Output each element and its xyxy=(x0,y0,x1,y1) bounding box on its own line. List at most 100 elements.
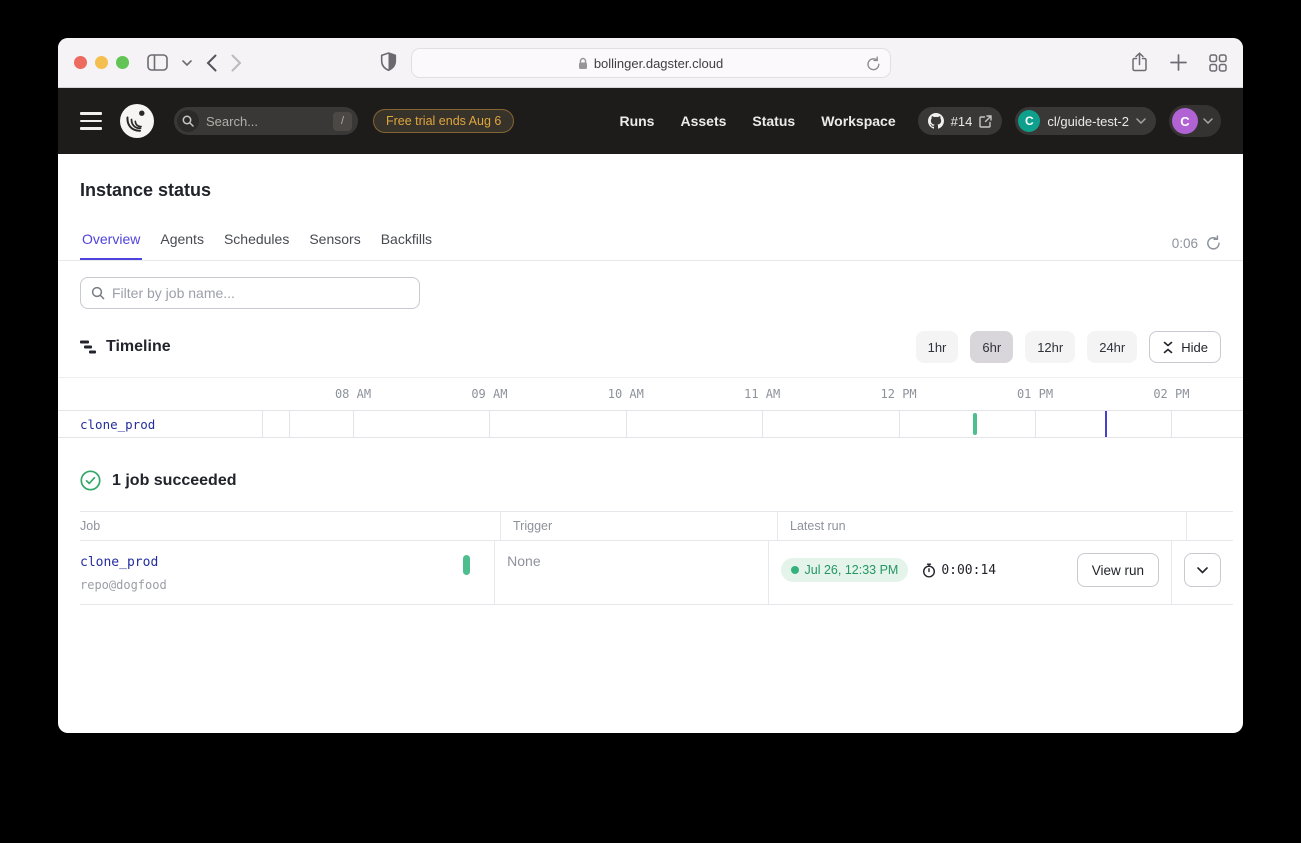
sidebar-chevron-icon[interactable] xyxy=(182,60,192,66)
search-icon xyxy=(91,286,105,300)
run-tick[interactable] xyxy=(973,413,977,435)
browser-chrome: bollinger.dagster.cloud xyxy=(58,38,1243,88)
search-input[interactable] xyxy=(206,114,326,129)
primary-nav: Runs Assets Status Workspace xyxy=(619,113,895,129)
axis-tick-label: 11 AM xyxy=(744,387,780,401)
hour-gridline xyxy=(626,411,627,437)
run-time-badge[interactable]: Jul 26, 12:33 PM xyxy=(781,558,909,582)
column-header-actions xyxy=(1186,512,1233,540)
page-content: Instance status Overview Agents Schedule… xyxy=(58,154,1243,605)
axis-tick-label: 01 PM xyxy=(1017,387,1053,401)
tab-schedules[interactable]: Schedules xyxy=(222,225,291,260)
jobs-table: Job Trigger Latest run clone_prod repo@d… xyxy=(80,511,1233,605)
axis-tick-label: 02 PM xyxy=(1153,387,1189,401)
close-window-button[interactable] xyxy=(74,56,87,69)
hour-gridline xyxy=(762,411,763,437)
github-pr-number: #14 xyxy=(951,114,973,129)
tab-sensors[interactable]: Sensors xyxy=(307,225,362,260)
timeline-header: Timeline 1hr 6hr 12hr 24hr Hide xyxy=(58,319,1243,377)
timeline-axis: 08 AM09 AM10 AM11 AM12 PM01 PM02 PM xyxy=(58,378,1243,410)
hour-gridline xyxy=(1035,411,1036,437)
job-filter-input[interactable] xyxy=(112,285,409,301)
trigger-value: None xyxy=(507,553,540,569)
range-button-24hr[interactable]: 24hr xyxy=(1087,331,1137,363)
axis-tick-label: 08 AM xyxy=(335,387,371,401)
back-button[interactable] xyxy=(206,54,217,72)
collapse-icon xyxy=(1162,341,1174,354)
page-title: Instance status xyxy=(58,154,1243,201)
search-icon xyxy=(177,110,199,132)
search-shortcut-key: / xyxy=(333,112,352,131)
nav-assets[interactable]: Assets xyxy=(680,113,726,129)
chevron-down-icon xyxy=(1136,118,1146,124)
privacy-shield-icon[interactable] xyxy=(380,52,397,73)
tab-agents[interactable]: Agents xyxy=(158,225,206,260)
dagster-logo[interactable] xyxy=(120,104,154,138)
column-header-job: Job xyxy=(80,512,500,540)
tab-backfills[interactable]: Backfills xyxy=(379,225,434,260)
success-dot-icon xyxy=(791,566,799,574)
user-menu[interactable]: C xyxy=(1169,105,1221,137)
job-filter[interactable] xyxy=(80,277,420,309)
tab-bar: Overview Agents Schedules Sensors Backfi… xyxy=(58,225,1243,261)
range-button-12hr[interactable]: 12hr xyxy=(1025,331,1075,363)
sidebar-toggle-icon[interactable] xyxy=(147,54,168,71)
hour-gridline xyxy=(489,411,490,437)
jobs-summary-text: 1 job succeeded xyxy=(112,472,237,490)
hide-label: Hide xyxy=(1181,340,1208,355)
tab-overview[interactable]: Overview xyxy=(80,225,142,260)
run-time-text: Jul 26, 12:33 PM xyxy=(805,563,899,577)
table-header: Job Trigger Latest run xyxy=(80,511,1233,541)
axis-tick-label: 09 AM xyxy=(471,387,507,401)
refresh-countdown-value: 0:06 xyxy=(1172,236,1198,251)
actions-cell xyxy=(1171,541,1233,604)
range-button-6hr[interactable]: 6hr xyxy=(970,331,1013,363)
range-button-1hr[interactable]: 1hr xyxy=(916,331,959,363)
timeline-row-label[interactable]: clone_prod xyxy=(80,417,155,432)
job-status-minibar[interactable] xyxy=(463,555,470,575)
label-column-divider xyxy=(262,411,263,437)
address-bar[interactable]: bollinger.dagster.cloud xyxy=(411,48,891,78)
job-link[interactable]: clone_prod xyxy=(80,555,158,570)
jobs-summary: 1 job succeeded xyxy=(58,438,1243,511)
forward-button[interactable] xyxy=(231,54,242,72)
axis-tick-label: 12 PM xyxy=(881,387,917,401)
trial-badge: Free trial ends Aug 6 xyxy=(373,109,514,133)
timeline-row[interactable]: clone_prod xyxy=(58,410,1243,438)
menu-icon[interactable] xyxy=(80,112,102,130)
deployment-switcher[interactable]: C cl/guide-test-2 xyxy=(1015,107,1156,135)
latest-run-cell: Jul 26, 12:33 PM 0:00:14 View run xyxy=(768,541,1171,604)
reload-icon[interactable] xyxy=(866,56,881,72)
nav-runs[interactable]: Runs xyxy=(619,113,654,129)
gantt-icon xyxy=(80,339,96,355)
view-run-button[interactable]: View run xyxy=(1077,553,1159,587)
github-pr-link[interactable]: #14 xyxy=(918,107,1003,135)
nav-workspace[interactable]: Workspace xyxy=(821,113,895,129)
deployment-avatar: C xyxy=(1018,110,1040,132)
lock-icon xyxy=(578,57,588,70)
job-repo-label: repo@dogfood xyxy=(80,578,167,592)
timeline-title: Timeline xyxy=(106,338,171,356)
nav-status[interactable]: Status xyxy=(752,113,795,129)
url-text: bollinger.dagster.cloud xyxy=(594,56,723,71)
range-start-gridline xyxy=(289,411,290,437)
row-expand-button[interactable] xyxy=(1184,553,1221,587)
check-circle-icon xyxy=(80,470,101,491)
external-link-icon xyxy=(979,115,992,128)
stopwatch-icon xyxy=(922,563,936,578)
refresh-icon[interactable] xyxy=(1206,235,1221,251)
minimize-window-button[interactable] xyxy=(95,56,108,69)
app-header: / Free trial ends Aug 6 Runs Assets Stat… xyxy=(58,88,1243,154)
zoom-window-button[interactable] xyxy=(116,56,129,69)
global-search[interactable]: / xyxy=(174,107,358,135)
hour-gridline xyxy=(899,411,900,437)
hide-timeline-button[interactable]: Hide xyxy=(1149,331,1221,363)
share-icon[interactable] xyxy=(1131,52,1148,73)
hour-gridline xyxy=(1171,411,1172,437)
tab-overview-icon[interactable] xyxy=(1209,54,1227,72)
new-tab-icon[interactable] xyxy=(1170,54,1187,71)
refresh-countdown: 0:06 xyxy=(1172,235,1221,260)
filter-section xyxy=(58,261,1243,319)
column-header-trigger: Trigger xyxy=(500,512,777,540)
browser-window: bollinger.dagster.cloud xyxy=(58,38,1243,733)
